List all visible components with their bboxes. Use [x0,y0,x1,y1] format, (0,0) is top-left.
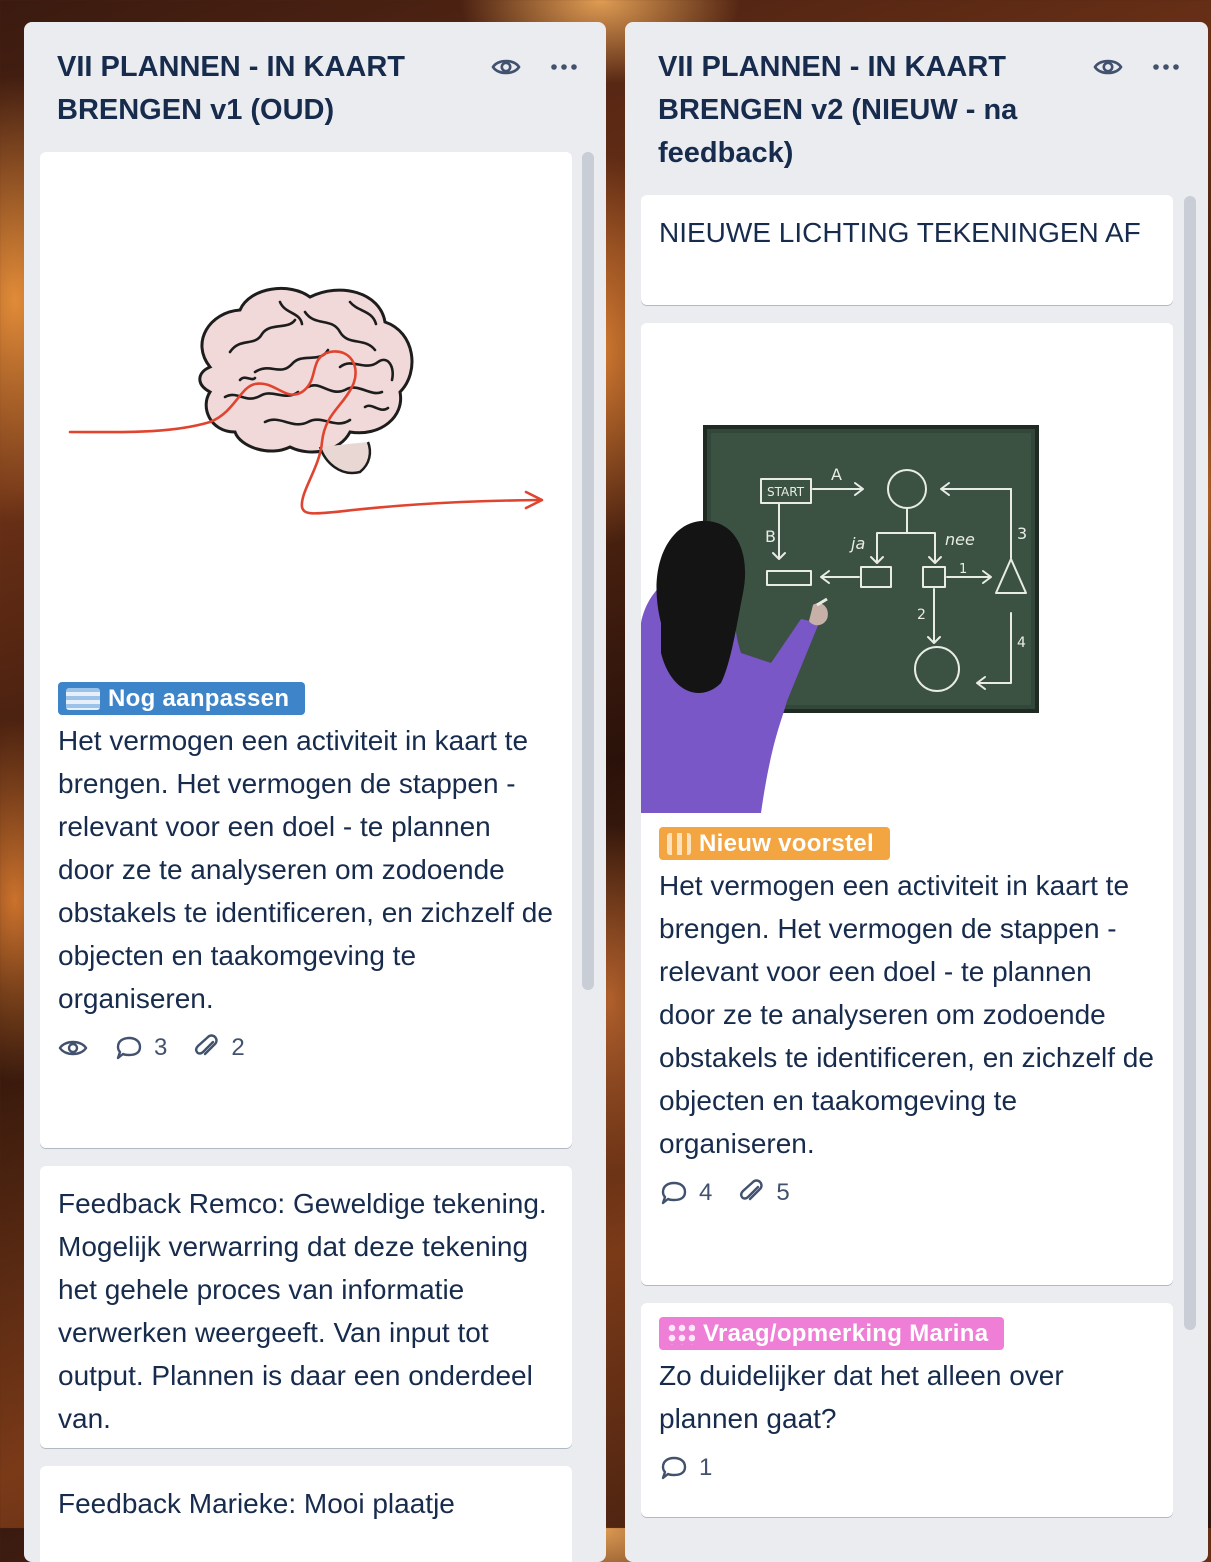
eye-icon [58,1040,88,1056]
card-feedback-marieke[interactable]: Feedback Marieke: Mooi plaatje [40,1466,572,1562]
card-body: Vraag/opmerking Marina Zo duidelijker da… [641,1303,1173,1482]
card-body: Nog aanpassen Het vermogen een activitei… [40,682,572,1062]
comments-badge: 4 [659,1179,712,1207]
comment-icon [661,1456,687,1480]
list-scrollbar[interactable] [1184,196,1196,1330]
card-title: NIEUWE LICHTING TEKENINGEN AF [659,217,1141,248]
comments-count: 3 [154,1034,168,1061]
card-chalkboard[interactable]: START A B ja nee 1 2 3 4 Nieuw voorstel … [641,323,1173,1285]
label-vraag-opmerking-marina[interactable]: Vraag/opmerking Marina [659,1317,1005,1350]
watch-eye-icon[interactable] [1090,49,1126,85]
card-body: Feedback Marieke: Mooi plaatje [40,1466,572,1525]
card-nieuwe-lichting[interactable]: NIEUWE LICHTING TEKENINGEN AF [641,195,1173,305]
label-pattern-icon [66,687,100,710]
paperclip-icon [195,1034,219,1056]
more-options-icon[interactable] [1148,49,1184,85]
card-body: Nieuw voorstel Het vermogen een activite… [641,813,1173,1207]
chalk-label-a: A [831,465,842,484]
comments-count: 1 [699,1454,713,1481]
list-header-actions [488,49,582,85]
label-pattern-icon [667,832,691,855]
chalk-label-nee: nee [945,530,975,549]
list-scrollbar[interactable] [582,152,594,990]
card-feedback-remco[interactable]: Feedback Remco: Geweldige tekening. Moge… [40,1166,572,1448]
chalk-label-start: START [767,485,805,499]
card-title: Zo duidelijker dat het alleen over plann… [659,1360,1064,1434]
card-badges: 1 [659,1454,1155,1482]
card-title: Het vermogen een activiteit in kaart te … [659,870,1154,1159]
label-nog-aanpassen[interactable]: Nog aanpassen [58,682,306,715]
chalk-label-4: 4 [1017,635,1026,651]
attachments-badge: 5 [738,1179,790,1207]
card-badges: 3 2 [58,1034,554,1062]
comment-icon [661,1181,687,1205]
list-v1-oud: VII PLANNEN - IN KAART BRENGEN v1 (OUD) [24,22,606,1562]
attachments-count: 5 [776,1179,790,1206]
card-title: Feedback Marieke: Mooi plaatje [58,1488,455,1519]
comments-count: 4 [699,1179,713,1206]
label-pattern-icon [667,1322,695,1345]
attachments-badge: 2 [193,1034,245,1062]
list-header-actions [1090,49,1184,85]
list-title[interactable]: VII PLANNEN - IN KAART BRENGEN v1 (OUD) [57,46,486,132]
comments-badge: 3 [114,1034,167,1062]
more-options-icon[interactable] [546,49,582,85]
chalk-label-1: 1 [959,562,967,577]
label-text: Vraag/opmerking Marina [703,1319,989,1347]
list-v2-nieuw: VII PLANNEN - IN KAART BRENGEN v2 (NIEUW… [625,22,1208,1562]
label-text: Nog aanpassen [108,684,290,712]
chalk-label-3: 3 [1017,524,1027,543]
label-nieuw-voorstel[interactable]: Nieuw voorstel [659,827,890,860]
watch-eye-icon[interactable] [488,49,524,85]
paperclip-icon [740,1179,764,1201]
chalk-label-b: B [765,527,776,546]
card-cover-image-chalkboard: START A B ja nee 1 2 3 4 [641,323,1173,813]
watch-badge [58,1037,88,1059]
list-title[interactable]: VII PLANNEN - IN KAART BRENGEN v2 (NIEUW… [658,46,1088,175]
card-title: Feedback Remco: Geweldige tekening. Moge… [58,1188,547,1434]
card-body: Feedback Remco: Geweldige tekening. Moge… [40,1166,572,1440]
card-vraag-marina[interactable]: Vraag/opmerking Marina Zo duidelijker da… [641,1303,1173,1517]
comments-badge: 1 [659,1454,712,1482]
chalk-label-2: 2 [917,607,926,623]
chalk-label-ja: ja [849,534,865,553]
card-cover-image-brain [40,152,572,682]
comment-icon [116,1036,142,1060]
card-badges: 4 5 [659,1179,1155,1207]
list-header: VII PLANNEN - IN KAART BRENGEN v2 (NIEUW… [625,22,1208,175]
label-text: Nieuw voorstel [699,829,874,857]
attachments-count: 2 [231,1034,245,1061]
card-body: NIEUWE LICHTING TEKENINGEN AF [641,195,1173,254]
card-title: Het vermogen een activiteit in kaart te … [58,725,553,1014]
card-brain[interactable]: Nog aanpassen Het vermogen een activitei… [40,152,572,1148]
